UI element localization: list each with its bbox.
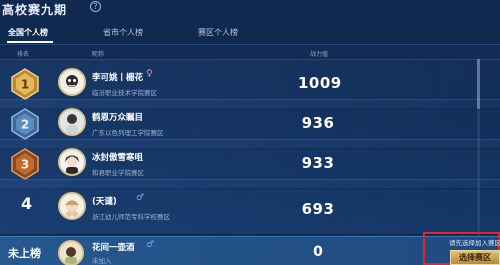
leaderboard-row[interactable]: 4 (天谴) ♂ 浙江幼儿师范专科学校赛区 693	[0, 179, 500, 235]
player-avatar-icon	[60, 110, 84, 134]
player-avatar-icon	[60, 242, 82, 264]
select-division-button[interactable]: 选择赛区	[450, 250, 500, 265]
player-name: 冰封傲雪寒咀	[92, 153, 144, 163]
my-power-score: 0	[313, 244, 323, 260]
avatar[interactable]	[58, 108, 86, 136]
player-name: 李可姚丨栅花	[92, 73, 144, 83]
gold-rank-badge-icon: 1	[11, 68, 39, 100]
player-school: 广东以色列理工学院赛区	[92, 129, 164, 137]
column-nickname: 昵称	[92, 51, 105, 58]
power-score: 936	[301, 114, 335, 132]
rank-number: 4	[21, 194, 33, 213]
player-avatar-icon	[60, 150, 84, 174]
power-score: 933	[301, 154, 335, 172]
male-gender-icon: ♂	[146, 240, 155, 250]
player-school: 浙江幼儿师范专科学校赛区	[92, 213, 170, 221]
female-gender-icon: ♀	[146, 69, 153, 79]
rank-number: 2	[21, 118, 29, 132]
player-avatar-icon	[60, 70, 84, 94]
avatar[interactable]	[58, 148, 86, 176]
my-name: 花间一壶酒	[92, 243, 135, 253]
male-gender-icon: ♂	[136, 193, 145, 203]
scrollbar-thumb[interactable]	[477, 59, 480, 109]
player-name: (天谴)	[92, 197, 117, 207]
avatar[interactable]	[58, 68, 86, 96]
column-header: 排名 昵称 战力值	[0, 46, 500, 59]
help-icon[interactable]: ?	[90, 1, 101, 12]
column-power: 战力值	[310, 51, 329, 58]
player-name: 鹤恩万众瞩目	[92, 113, 144, 123]
player-school: 和君职业学院赛区	[92, 169, 144, 177]
rank-number: 3	[21, 158, 29, 172]
silver-rank-badge-icon: 2	[11, 108, 39, 140]
rank-number: 1	[21, 78, 29, 92]
player-avatar-icon	[60, 194, 84, 218]
power-score: 693	[301, 200, 335, 218]
player-school: 临汾职业技术学院赛区	[92, 89, 157, 97]
my-rank: 未上榜	[8, 247, 41, 260]
tab-province-city[interactable]: 省市个人榜	[103, 27, 143, 45]
column-rank: 排名	[17, 51, 30, 58]
tabs-divider	[0, 44, 500, 45]
power-score: 1009	[298, 74, 342, 92]
bronze-rank-badge-icon: 3	[11, 148, 39, 180]
my-division-status: 未加入	[92, 257, 112, 265]
active-tab-indicator	[7, 41, 53, 43]
page-title: 高校赛九期	[2, 3, 68, 17]
tab-division[interactable]: 赛区个人榜	[198, 27, 238, 45]
join-division-notice: 请先选择加入赛区	[449, 239, 500, 247]
avatar[interactable]	[58, 240, 84, 265]
scrollbar[interactable]	[477, 59, 480, 239]
leaderboard-tabs: 全国个人榜 省市个人榜 赛区个人榜	[0, 27, 500, 45]
avatar[interactable]	[58, 192, 86, 220]
